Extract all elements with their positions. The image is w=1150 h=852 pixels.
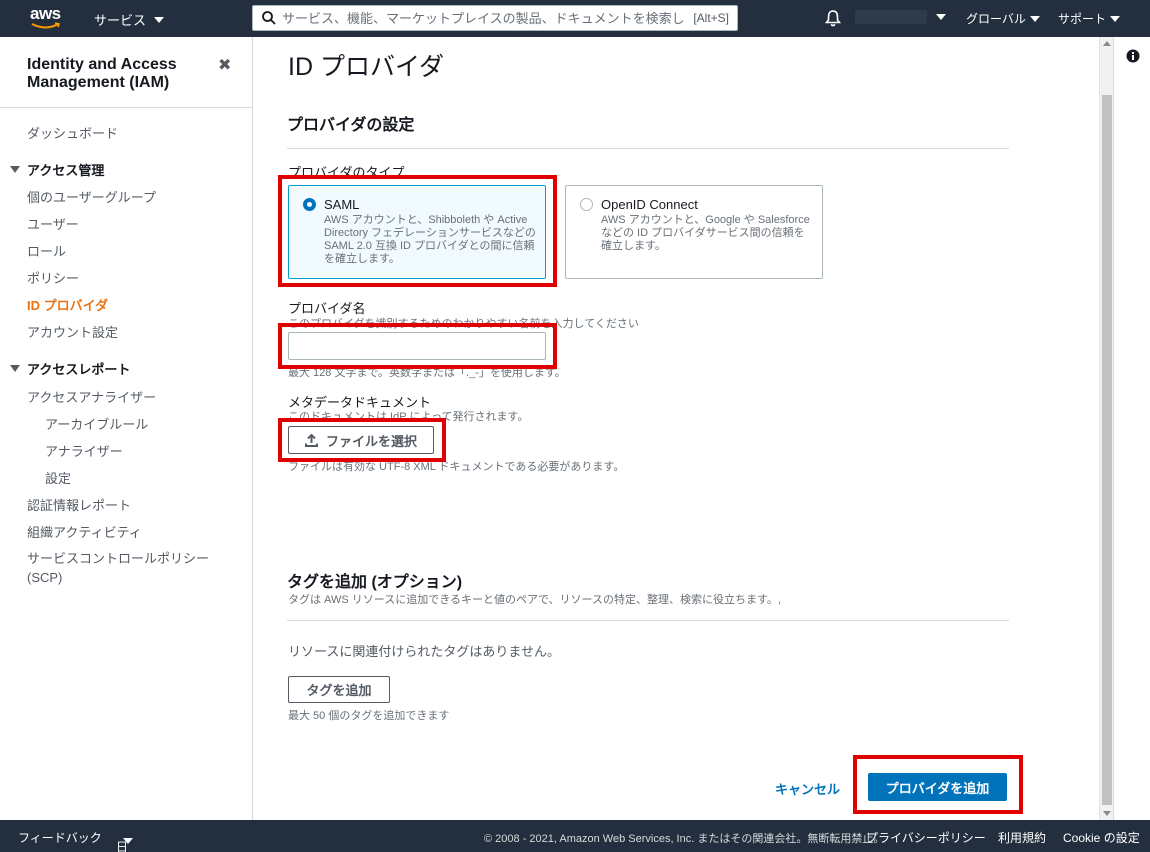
aws-logo[interactable]: aws bbox=[30, 5, 64, 31]
tags-empty-text: リソースに関連付けられたタグはありません。 bbox=[288, 644, 560, 659]
sidebar-title: Identity and Access Management (IAM) bbox=[27, 56, 177, 91]
sidebar-item-access-analyzer[interactable]: アクセスアナライザー bbox=[27, 387, 156, 406]
highlight-add-provider bbox=[853, 755, 1023, 814]
add-tag-button[interactable]: タグを追加 bbox=[288, 676, 390, 703]
close-icon[interactable]: ✖ bbox=[218, 55, 231, 75]
search-shortcut: [Alt+S] bbox=[693, 11, 729, 25]
feedback-link[interactable]: フィードバック bbox=[18, 829, 102, 846]
services-label: サービス bbox=[94, 13, 147, 28]
top-navigation: aws サービス [Alt+S] グローバル サポート bbox=[0, 0, 1150, 37]
highlight-saml bbox=[278, 175, 557, 287]
chevron-down-icon bbox=[154, 16, 165, 23]
section-divider bbox=[287, 148, 1009, 149]
caret-down-icon bbox=[10, 365, 20, 372]
support-menu[interactable]: サポート bbox=[1058, 10, 1121, 27]
info-icon[interactable] bbox=[1126, 49, 1140, 63]
chevron-down-icon bbox=[936, 14, 946, 20]
sidebar-item-identity-providers[interactable]: ID プロバイダ bbox=[27, 295, 108, 314]
cookie-settings-link[interactable]: Cookie の設定 bbox=[1063, 829, 1140, 846]
region-label: グローバル bbox=[966, 12, 1026, 26]
section-divider bbox=[287, 620, 1009, 621]
sidebar-section-access-management[interactable]: アクセス管理 bbox=[10, 160, 104, 179]
chevron-down-icon bbox=[123, 838, 133, 844]
services-menu[interactable]: サービス bbox=[94, 10, 165, 29]
info-panel bbox=[1113, 37, 1150, 820]
chevron-down-icon bbox=[1110, 15, 1121, 22]
region-menu[interactable]: グローバル bbox=[966, 10, 1040, 27]
tags-description: タグは AWS リソースに追加できるキーと値のペアで、リソースの特定、整理、検索… bbox=[288, 594, 781, 606]
privacy-link[interactable]: プライバシーポリシー bbox=[866, 829, 986, 846]
sidebar-item-users[interactable]: ユーザー bbox=[27, 214, 79, 233]
scroll-down-icon[interactable] bbox=[1103, 811, 1111, 816]
tags-limit-text: 最大 50 個のタグを追加できます bbox=[288, 710, 450, 722]
search-input[interactable] bbox=[282, 10, 694, 26]
aws-logo-text: aws bbox=[30, 4, 61, 23]
sidebar-section-access-reports[interactable]: アクセスレポート bbox=[10, 359, 130, 378]
copyright-text: © 2008 - 2021, Amazon Web Services, Inc.… bbox=[484, 833, 885, 845]
provider-type-oidc-tile[interactable]: OpenID Connect AWS アカウントと、Google や Sales… bbox=[565, 185, 823, 279]
sidebar-item-user-groups[interactable]: 個のユーザーグループ bbox=[27, 187, 156, 206]
bell-icon[interactable] bbox=[825, 9, 841, 27]
oidc-description: AWS アカウントと、Google や Salesforce などの ID プロ… bbox=[601, 214, 810, 252]
tags-title: タグを追加 (オプション) bbox=[287, 574, 463, 591]
account-name-redacted bbox=[855, 10, 927, 24]
highlight-provider-name bbox=[278, 323, 557, 369]
sidebar-section-label: アクセスレポート bbox=[27, 362, 131, 377]
sidebar-section-label: アクセス管理 bbox=[27, 163, 105, 178]
account-menu[interactable] bbox=[855, 10, 946, 24]
sidebar-item-scp[interactable]: サービスコントロールポリシー (SCP) bbox=[27, 549, 227, 587]
caret-down-icon bbox=[10, 166, 20, 173]
sidebar-divider bbox=[0, 107, 252, 108]
sidebar-item-roles[interactable]: ロール bbox=[27, 241, 66, 260]
add-tag-label: タグを追加 bbox=[306, 683, 372, 698]
sidebar-item-account-settings[interactable]: アカウント設定 bbox=[27, 322, 118, 341]
chevron-down-icon bbox=[1029, 15, 1040, 22]
search-icon bbox=[262, 11, 276, 25]
scroll-up-icon[interactable] bbox=[1103, 41, 1111, 46]
oidc-radio[interactable] bbox=[580, 198, 593, 211]
sidebar-item-dashboard[interactable]: ダッシュボード bbox=[27, 123, 118, 142]
terms-link[interactable]: 利用規約 bbox=[998, 829, 1046, 846]
support-label: サポート bbox=[1058, 12, 1107, 26]
scrollbar-thumb[interactable] bbox=[1102, 95, 1112, 805]
search-bar[interactable]: [Alt+S] bbox=[252, 5, 738, 31]
provider-settings-title: プロバイダの設定 bbox=[287, 117, 415, 134]
aws-smile-icon bbox=[31, 22, 61, 29]
sidebar-item-archive-rules[interactable]: アーカイブルール bbox=[45, 414, 148, 433]
page-title: ID プロバイダ bbox=[288, 53, 444, 81]
sidebar-item-credential-report[interactable]: 認証情報レポート bbox=[27, 495, 131, 514]
oidc-label: OpenID Connect bbox=[601, 197, 698, 212]
cancel-button[interactable]: キャンセル bbox=[775, 779, 840, 798]
sidebar-item-settings[interactable]: 設定 bbox=[45, 468, 71, 487]
sidebar-item-policies[interactable]: ポリシー bbox=[27, 268, 79, 287]
sidebar: Identity and Access Management (IAM) ✖ ダ… bbox=[0, 37, 253, 820]
highlight-choose-file bbox=[278, 418, 446, 462]
main-scrollbar[interactable] bbox=[1099, 37, 1113, 820]
sidebar-item-org-activity[interactable]: 組織アクティビティ bbox=[27, 522, 142, 541]
sidebar-item-analyzers[interactable]: アナライザー bbox=[45, 441, 123, 460]
footer: フィードバック 日本語 © 2008 - 2021, Amazon Web Se… bbox=[0, 820, 1150, 852]
